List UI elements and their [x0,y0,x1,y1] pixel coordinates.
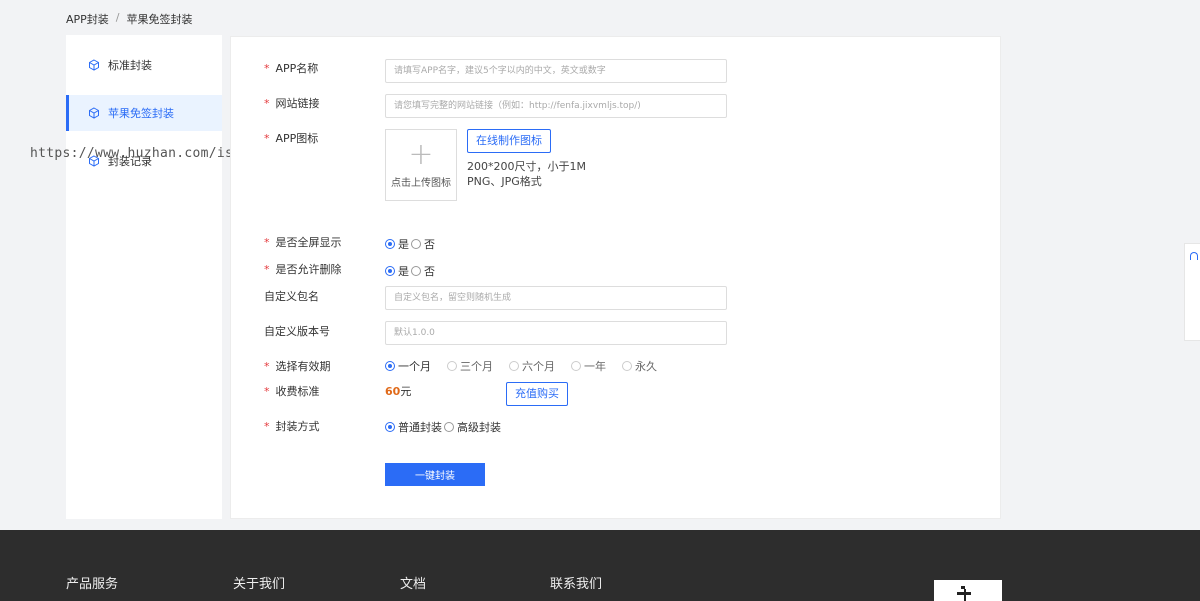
site-link-input[interactable] [385,94,727,118]
fullscreen-no-radio[interactable] [411,239,421,249]
footer: 产品服务 关于我们 文档 联系我们 [0,530,1200,601]
validity-option-1-month[interactable]: 一个月 [385,358,431,374]
required-mark: * [264,236,270,249]
radio-button[interactable] [385,361,395,371]
footer-col-docs: 文档 [400,577,427,592]
pack-method-normal-radio[interactable] [385,422,395,432]
headset-icon [1190,252,1198,260]
pack-method-radio-group: 普通封装 高级封装 [385,419,503,435]
required-mark: * [264,263,270,276]
site-link-label: * 网站链接 [264,97,320,110]
required-mark: * [264,385,270,398]
validity-option-1-year[interactable]: 一年 [571,358,606,374]
version-label: 自定义版本号 [264,325,330,338]
required-mark: * [264,132,270,145]
sidebar: 标准封装 苹果免签封装 封装记录 [66,35,222,519]
required-mark: * [264,360,270,373]
cube-icon [88,107,100,119]
sidebar-item-label: 苹果免签封装 [108,107,174,120]
sidebar-item-standard-pack[interactable]: 标准封装 [66,47,222,83]
fullscreen-label: * 是否全屏显示 [264,236,342,249]
allow-delete-yes-radio[interactable] [385,266,395,276]
breadcrumb: APP封装 / 苹果免签封装 [66,11,193,27]
validity-label: * 选择有效期 [264,360,331,373]
package-name-input[interactable] [385,286,727,310]
footer-col-products: 产品服务 [66,577,119,592]
icon-format-hint: PNG、JPG格式 [467,175,542,188]
app-name-label: * APP名称 [264,62,319,75]
allow-delete-radio-group: 是 否 [385,263,437,279]
required-mark: * [264,62,270,75]
one-click-pack-button[interactable]: 一键封装 [385,463,485,486]
breadcrumb-current: 苹果免签封装 [126,13,193,26]
required-mark: * [264,420,270,433]
validity-option-6-months[interactable]: 六个月 [509,358,555,374]
radio-button[interactable] [447,361,457,371]
sidebar-item-apple-sign-free[interactable]: 苹果免签封装 [66,95,222,131]
upload-text: 点击上传图标 [391,177,451,189]
fee-amount: 60元 [385,385,412,398]
qr-code-image [934,580,1002,601]
recharge-button[interactable]: 充值购买 [506,382,568,406]
radio-button[interactable] [622,361,632,371]
allow-delete-no-radio[interactable] [411,266,421,276]
validity-option-3-months[interactable]: 三个月 [447,358,493,374]
allow-delete-label: * 是否允许删除 [264,263,342,276]
package-name-label: 自定义包名 [264,290,319,303]
radio-button[interactable] [571,361,581,371]
make-icon-online-button[interactable]: 在线制作图标 [467,129,551,153]
icon-upload-box[interactable]: + 点击上传图标 [385,129,457,201]
app-icon-label: * APP图标 [264,132,319,145]
sidebar-item-label: 标准封装 [108,59,152,72]
plus-icon: + [408,136,434,172]
fullscreen-radio-group: 是 否 [385,236,437,252]
breadcrumb-root-link[interactable]: APP封装 [66,11,109,27]
validity-option-permanent[interactable]: 永久 [622,358,657,374]
app-name-input[interactable] [385,59,727,83]
required-mark: * [264,97,270,110]
validity-radio-group: 一个月 三个月 六个月 一年 永久 [385,358,673,374]
footer-col-about: 关于我们 [233,577,286,592]
breadcrumb-separator: / [115,11,120,24]
fee-label: * 收费标准 [264,385,320,398]
fullscreen-yes-radio[interactable] [385,239,395,249]
pack-method-label: * 封装方式 [264,420,320,433]
form-panel: *APP名称 *网站链接 *APP图标 + 点击上传图标 在线制作图标 200*… [230,36,1001,519]
floating-side-tab[interactable] [1184,243,1200,341]
pack-method-advanced-radio[interactable] [444,422,454,432]
icon-size-hint: 200*200尺寸，小于1M [467,160,586,173]
radio-button[interactable] [509,361,519,371]
version-input[interactable] [385,321,727,345]
footer-col-contact: 联系我们 [550,577,603,592]
cube-icon [88,59,100,71]
